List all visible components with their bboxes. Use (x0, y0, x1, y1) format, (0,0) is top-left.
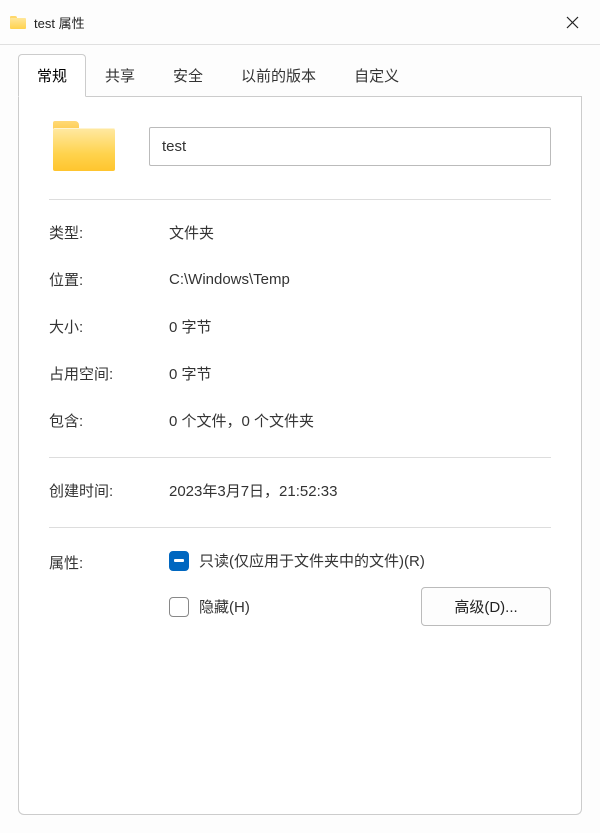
attributes-controls: 只读(仅应用于文件夹中的文件)(R) 隐藏(H) 高级(D)... (169, 550, 551, 626)
titlebar-left: test 属性 (10, 13, 85, 32)
row-size-on-disk: 占用空间: 0 字节 (49, 363, 551, 384)
location-value: C:\Windows\Temp (169, 271, 290, 288)
size-label: 大小: (49, 316, 169, 337)
attributes-section: 属性: 只读(仅应用于文件夹中的文件)(R) 隐藏(H) 高级(D)... (49, 550, 551, 626)
titlebar: test 属性 (0, 0, 600, 45)
hidden-row: 隐藏(H) (169, 596, 250, 617)
row-size: 大小: 0 字节 (49, 316, 551, 337)
size-on-disk-value: 0 字节 (169, 363, 212, 384)
hidden-checkbox[interactable] (169, 597, 189, 617)
tab-custom[interactable]: 自定义 (335, 54, 418, 97)
name-row (49, 121, 551, 171)
advanced-button[interactable]: 高级(D)... (421, 587, 551, 626)
folder-name-input[interactable] (149, 127, 551, 166)
tab-security[interactable]: 安全 (154, 54, 222, 97)
attributes-label: 属性: (49, 550, 169, 626)
row-location: 位置: C:\Windows\Temp (49, 269, 551, 290)
divider (49, 457, 551, 458)
tab-previous-versions[interactable]: 以前的版本 (222, 54, 335, 97)
type-value: 文件夹 (169, 222, 214, 243)
created-label: 创建时间: (49, 480, 169, 501)
contains-label: 包含: (49, 410, 169, 431)
tab-sharing[interactable]: 共享 (86, 54, 154, 97)
readonly-checkbox[interactable] (169, 551, 189, 571)
close-icon (566, 16, 579, 29)
properties-window: test 属性 常规 共享 安全 以前的版本 自定义 类型: (0, 0, 600, 833)
tab-general[interactable]: 常规 (18, 54, 86, 97)
size-value: 0 字节 (169, 316, 212, 337)
window-title: test 属性 (34, 13, 85, 32)
hidden-label: 隐藏(H) (199, 596, 250, 617)
location-label: 位置: (49, 269, 169, 290)
divider (49, 527, 551, 528)
folder-large-icon (53, 121, 115, 171)
row-contains: 包含: 0 个文件，0 个文件夹 (49, 410, 551, 431)
hidden-advanced-row: 隐藏(H) 高级(D)... (169, 587, 551, 626)
size-on-disk-label: 占用空间: (49, 363, 169, 384)
row-type: 类型: 文件夹 (49, 222, 551, 243)
divider (49, 199, 551, 200)
tabs: 常规 共享 安全 以前的版本 自定义 (18, 53, 582, 97)
contains-value: 0 个文件，0 个文件夹 (169, 410, 314, 431)
folder-icon (10, 16, 26, 29)
readonly-row: 只读(仅应用于文件夹中的文件)(R) (169, 550, 551, 571)
readonly-label: 只读(仅应用于文件夹中的文件)(R) (199, 550, 425, 571)
tabs-container: 常规 共享 安全 以前的版本 自定义 (0, 45, 600, 97)
tab-content-general: 类型: 文件夹 位置: C:\Windows\Temp 大小: 0 字节 占用空… (18, 97, 582, 815)
close-button[interactable] (558, 8, 586, 36)
type-label: 类型: (49, 222, 169, 243)
row-created: 创建时间: 2023年3月7日，21:52:33 (49, 480, 551, 501)
created-value: 2023年3月7日，21:52:33 (169, 480, 337, 501)
